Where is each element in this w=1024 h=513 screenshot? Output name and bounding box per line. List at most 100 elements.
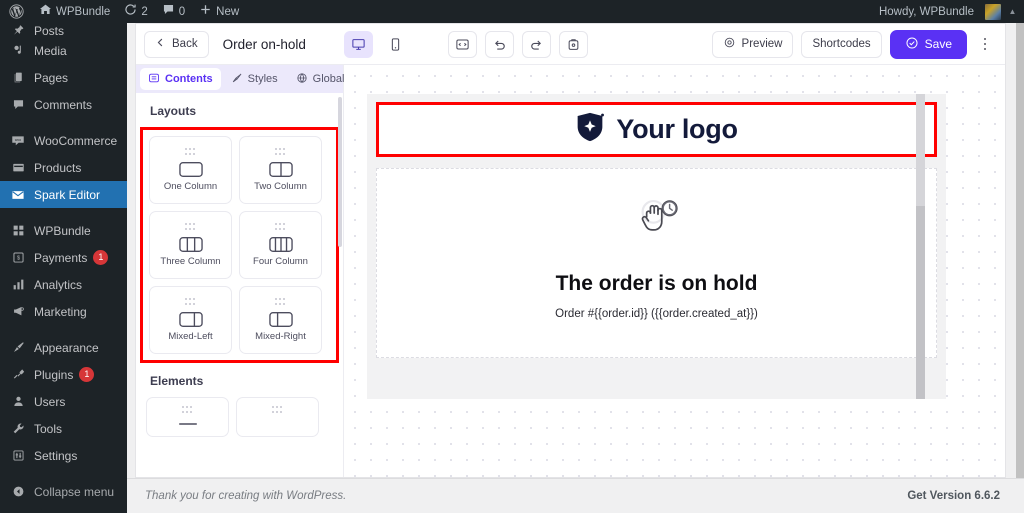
sidebar-item-tools[interactable]: Tools: [0, 415, 127, 442]
mobile-icon[interactable]: [381, 31, 410, 58]
sidebar-item-comments[interactable]: Comments: [0, 91, 127, 118]
sidebar-separator: [0, 118, 127, 127]
logo-section[interactable]: Your logo: [376, 102, 937, 157]
back-button[interactable]: Back: [144, 30, 209, 58]
undo-icon[interactable]: [484, 30, 514, 58]
drag-handle-icon[interactable]: [185, 223, 196, 231]
sidebar-item-settings[interactable]: Settings: [0, 442, 127, 469]
updates-icon: [124, 3, 137, 20]
envelope-icon: [8, 188, 28, 202]
page-title: Order on-hold: [222, 36, 306, 52]
sidebar-item-payments[interactable]: $ Payments 1: [0, 244, 127, 271]
preview-button[interactable]: Preview: [711, 30, 794, 58]
panel-scrollbar[interactable]: [338, 97, 342, 247]
sidebar-item-media[interactable]: Media: [0, 37, 127, 64]
layout-tile-mixed-right[interactable]: Mixed-Right: [239, 286, 322, 354]
check-circle-icon: [905, 36, 919, 53]
brush-icon: [231, 72, 243, 87]
element-tile[interactable]: [146, 397, 229, 437]
payments-icon: $: [8, 251, 28, 264]
sidebar-item-marketing[interactable]: Marketing: [0, 298, 127, 325]
wordpress-logo-icon[interactable]: [0, 0, 32, 23]
sidebar-item-pages[interactable]: Pages: [0, 64, 127, 91]
sidebar-item-label: Spark Editor: [34, 187, 101, 202]
sidebar-item-appearance[interactable]: Appearance: [0, 334, 127, 361]
email-body-section[interactable]: The order is on hold Order #{{order.id}}…: [376, 168, 937, 358]
logo-text: Your logo: [616, 114, 738, 144]
sidebar-item-woocommerce[interactable]: woo WooCommerce: [0, 127, 127, 154]
pin-icon: [8, 24, 28, 37]
products-icon: [8, 161, 28, 174]
sliders-icon: [8, 449, 28, 462]
sidebar-item-label: Posts: [34, 24, 65, 38]
layouts-section-title: Layouts: [150, 104, 197, 118]
drag-handle-icon[interactable]: [182, 406, 193, 414]
tab-styles-label: Styles: [247, 73, 278, 85]
tab-styles[interactable]: Styles: [223, 68, 286, 90]
contents-icon: [148, 72, 160, 87]
my-account-menu[interactable]: Howdy, WPBundle: [872, 0, 1001, 23]
layout-tile-two-column[interactable]: Two Column: [239, 136, 322, 204]
email-preview-frame[interactable]: Your logo The order is on hold Order #{{…: [367, 94, 946, 399]
sidebar-item-posts[interactable]: Posts: [0, 23, 127, 37]
woocommerce-icon: woo: [8, 134, 28, 147]
comment-icon: [162, 3, 175, 20]
grid-icon: [8, 224, 28, 237]
tab-contents[interactable]: Contents: [140, 68, 221, 90]
plug-icon: [8, 368, 28, 381]
drag-handle-icon[interactable]: [275, 298, 286, 306]
drag-handle-icon[interactable]: [272, 406, 283, 414]
sidebar-item-plugins[interactable]: Plugins 1: [0, 361, 127, 388]
layout-tile-mixed-left[interactable]: Mixed-Left: [149, 286, 232, 354]
revisions-icon[interactable]: [558, 30, 588, 58]
tab-global[interactable]: Global: [288, 68, 353, 90]
sidebar-item-spark-editor[interactable]: Spark Editor: [0, 181, 127, 208]
sidebar-item-users[interactable]: Users: [0, 388, 127, 415]
drag-handle-icon[interactable]: [275, 148, 286, 156]
sidebar-item-label: Settings: [34, 448, 78, 463]
scroll-up-arrow-icon[interactable]: ▲: [1007, 0, 1018, 23]
code-view-icon[interactable]: [447, 30, 477, 58]
canvas-scrollbar-thumb-lower[interactable]: [916, 206, 925, 399]
comment-icon: [8, 98, 28, 111]
drag-handle-icon[interactable]: [275, 223, 286, 231]
element-icon: [176, 419, 200, 429]
element-tile[interactable]: [236, 397, 319, 437]
sidebar-item-wpbundle[interactable]: WPBundle: [0, 217, 127, 244]
page-scrollbar-thumb[interactable]: [1016, 23, 1024, 478]
drag-handle-icon[interactable]: [185, 298, 196, 306]
updates-count: 2: [141, 5, 148, 18]
drag-handle-icon[interactable]: [185, 148, 196, 156]
layout-tile-three-column[interactable]: Three Column: [149, 211, 232, 279]
elements-section-title: Elements: [150, 374, 204, 388]
desktop-icon[interactable]: [343, 30, 373, 58]
wp-admin-footer: Thank you for creating with WordPress. G…: [127, 478, 1024, 513]
kebab-menu-icon[interactable]: [975, 31, 995, 58]
status-badge: 1: [79, 367, 95, 382]
layout-tile-four-column[interactable]: Four Column: [239, 211, 322, 279]
site-name-menu[interactable]: WPBundle: [32, 0, 117, 23]
editor-body: Contents Styles Global Layouts One Colum…: [136, 65, 1005, 477]
updates-menu[interactable]: 2: [117, 0, 154, 23]
redo-icon[interactable]: [521, 30, 551, 58]
hand-clock-on-hold-icon: [630, 193, 684, 252]
pages-icon: [8, 71, 28, 84]
collapse-menu-button[interactable]: Collapse menu: [0, 478, 127, 505]
canvas-scrollbar-thumb[interactable]: [916, 94, 925, 206]
new-content-menu[interactable]: New: [192, 0, 246, 23]
svg-text:$: $: [16, 256, 20, 262]
layouts-grid: One Column Two Column Three Column Four …: [149, 136, 330, 354]
save-button[interactable]: Save: [889, 29, 967, 59]
two-column-icon: [268, 161, 294, 178]
sidebar-item-products[interactable]: Products: [0, 154, 127, 181]
sidebar-item-label: Comments: [34, 97, 93, 112]
back-label: Back: [172, 38, 198, 50]
chevron-left-icon: [155, 37, 166, 51]
email-canvas[interactable]: Your logo The order is on hold Order #{{…: [344, 65, 1005, 477]
comments-menu[interactable]: 0: [155, 0, 192, 23]
globe-icon: [296, 72, 308, 87]
layout-tile-one-column[interactable]: One Column: [149, 136, 232, 204]
shortcodes-button[interactable]: Shortcodes: [801, 30, 882, 58]
sidebar-item-analytics[interactable]: Analytics: [0, 271, 127, 298]
tab-global-label: Global: [312, 73, 345, 85]
